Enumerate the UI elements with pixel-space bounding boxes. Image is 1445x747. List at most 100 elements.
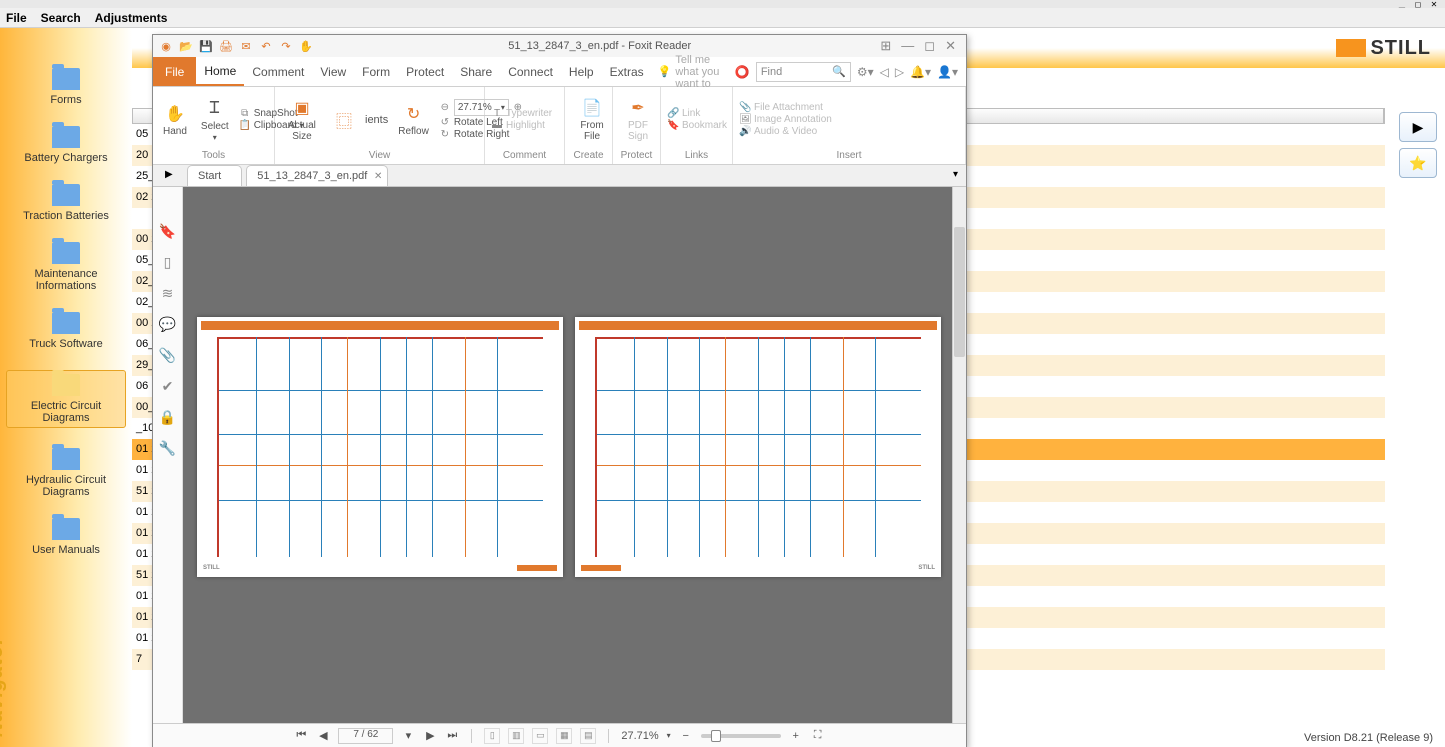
setting-icon[interactable]: ⚙▾: [857, 65, 874, 79]
bookmarks-panel-icon[interactable]: 🔖: [159, 223, 176, 240]
foxit-tab-help[interactable]: Help: [561, 57, 602, 86]
sidebar-label: Forms: [50, 94, 81, 106]
zoom-in-button[interactable]: +: [789, 730, 803, 742]
foxit-tab-protect[interactable]: Protect: [398, 57, 452, 86]
page-view[interactable]: STILL: [183, 187, 966, 723]
attachments-panel-icon[interactable]: 📎: [159, 347, 176, 364]
redo-icon[interactable]: ↷: [279, 39, 293, 53]
security-panel-icon[interactable]: 🔒: [159, 409, 176, 426]
pages-panel-icon[interactable]: ▯: [164, 254, 172, 271]
bell-icon[interactable]: 🔔▾: [910, 65, 931, 79]
zoom-knob[interactable]: [711, 730, 721, 742]
undo-icon[interactable]: ↶: [259, 39, 273, 53]
favorite-button[interactable]: ⭐: [1399, 148, 1437, 178]
sidebar-item-maintenance[interactable]: Maintenance Informations: [6, 242, 126, 292]
save-icon[interactable]: 💾: [199, 39, 213, 53]
tab-close-icon[interactable]: ✕: [374, 171, 382, 182]
print-icon[interactable]: 🖨: [219, 39, 233, 53]
sidebar-item-electric-diagrams[interactable]: Electric Circuit Diagrams: [6, 370, 126, 428]
foxit-minimize-icon[interactable]: —: [901, 38, 914, 54]
highlight-icon: ▬: [491, 120, 503, 131]
continuous-view[interactable]: ▥: [508, 728, 524, 744]
sidebar-label: Hydraulic Circuit Diagrams: [6, 474, 126, 498]
foxit-maximize-icon[interactable]: ◻: [924, 38, 935, 54]
actual-size-button[interactable]: ▣Actual Size: [281, 97, 323, 142]
user-icon[interactable]: 👤▾: [937, 65, 958, 79]
fullscreen-button[interactable]: ⛶: [811, 729, 825, 742]
folder-icon: [52, 126, 80, 148]
sidebar-item-hydraulic-diagrams[interactable]: Hydraulic Circuit Diagrams: [6, 448, 126, 498]
continuous-facing-view[interactable]: ▦: [556, 728, 572, 744]
scrollbar[interactable]: [952, 187, 966, 723]
minimize-icon[interactable]: ▁: [1395, 0, 1409, 8]
collapse-panel-icon[interactable]: ▶: [165, 169, 173, 180]
maximize-icon[interactable]: ◻: [1411, 0, 1425, 8]
foxit-tab-connect[interactable]: Connect: [500, 57, 561, 86]
fit-page-icon: ⿴: [333, 109, 355, 131]
prev-find-icon[interactable]: ◁: [880, 65, 889, 79]
email-icon[interactable]: ✉: [239, 39, 253, 53]
open-icon[interactable]: 📂: [179, 39, 193, 53]
sync-icon[interactable]: ⭕: [735, 65, 750, 79]
sidebar-item-truck-software[interactable]: Truck Software: [6, 312, 126, 350]
doc-tab-start[interactable]: Start: [187, 165, 242, 186]
sidebar-label: Battery Chargers: [24, 152, 107, 164]
group-comment-label: Comment: [491, 150, 558, 162]
zoom-out-icon[interactable]: ⊖: [439, 102, 451, 113]
close-icon[interactable]: ✕: [1427, 0, 1441, 8]
next-page-button[interactable]: ▶: [423, 729, 437, 742]
facing-view[interactable]: ▭: [532, 728, 548, 744]
clipboard-icon: 📋: [239, 120, 251, 131]
sidebar-item-user-manuals[interactable]: User Manuals: [6, 518, 126, 556]
zoom-slider[interactable]: [701, 734, 781, 738]
signatures-panel-icon[interactable]: ✔: [162, 378, 174, 395]
doc-tab-current[interactable]: 51_13_2847_3_en.pdf✕: [246, 165, 388, 186]
prev-page-button[interactable]: ◀: [316, 729, 330, 742]
foxit-tab-home[interactable]: Home: [196, 57, 244, 86]
menu-file[interactable]: File: [6, 11, 27, 25]
last-page-button[interactable]: ⏭: [445, 729, 459, 742]
foxit-file-tab[interactable]: File: [153, 57, 196, 86]
fit-page-button[interactable]: ⿴: [329, 109, 359, 131]
zoom-level-text: 27.71%: [621, 730, 658, 742]
foxit-close-icon[interactable]: ✕: [945, 38, 956, 54]
sidebar-item-traction-batteries[interactable]: Traction Batteries: [6, 184, 126, 222]
from-file-button[interactable]: 📄From File: [571, 97, 613, 142]
foxit-tab-share[interactable]: Share: [452, 57, 500, 86]
tabs-dropdown-icon[interactable]: ▾: [953, 169, 958, 180]
brand-logo: STILL: [1336, 37, 1431, 60]
first-page-button[interactable]: ⏮: [294, 729, 308, 742]
page-dropdown-button[interactable]: ▾: [401, 729, 415, 742]
zoom-out-button[interactable]: −: [679, 730, 693, 742]
reflow-button[interactable]: ↻Reflow: [394, 103, 433, 137]
brand-mark-icon: [1336, 39, 1366, 57]
show-cover-view[interactable]: ▤: [580, 728, 596, 744]
hand-tool-icon: ✋: [164, 103, 186, 125]
sidebar-item-forms[interactable]: Forms: [6, 68, 126, 106]
select-tool[interactable]: ᏆSelect▾: [197, 98, 233, 142]
layers-panel-icon[interactable]: ≋: [162, 285, 174, 302]
hand-tool[interactable]: ✋Hand: [159, 103, 191, 137]
find-input[interactable]: Find🔍: [756, 62, 851, 82]
scroll-thumb[interactable]: [954, 227, 965, 357]
foxit-tab-view[interactable]: View: [312, 57, 354, 86]
menu-adjustments[interactable]: Adjustments: [95, 11, 168, 25]
ribbon-mode-icon[interactable]: ⊞: [880, 38, 891, 54]
group-protect-label: Protect: [619, 150, 654, 162]
hand-icon[interactable]: ✋: [299, 39, 313, 53]
play-button[interactable]: ▶: [1399, 112, 1437, 142]
foxit-tab-form[interactable]: Form: [354, 57, 398, 86]
audio-icon: 🔊: [739, 126, 751, 137]
menu-search[interactable]: Search: [41, 11, 81, 25]
next-find-icon[interactable]: ▷: [895, 65, 904, 79]
foxit-tab-comment[interactable]: Comment: [244, 57, 312, 86]
tools-panel-icon[interactable]: 🔧: [159, 440, 176, 457]
sidebar-item-battery-chargers[interactable]: Battery Chargers: [6, 126, 126, 164]
foxit-tab-extras[interactable]: Extras: [602, 57, 652, 86]
zoom-dropdown-icon[interactable]: ▾: [667, 731, 671, 740]
sidebar-label: Truck Software: [29, 338, 103, 350]
single-page-view[interactable]: ▯: [484, 728, 500, 744]
tell-me-search[interactable]: 💡Tell me what you want to: [652, 54, 727, 90]
comments-panel-icon[interactable]: 💬: [159, 316, 176, 333]
page-input[interactable]: 7 / 62: [338, 728, 393, 744]
